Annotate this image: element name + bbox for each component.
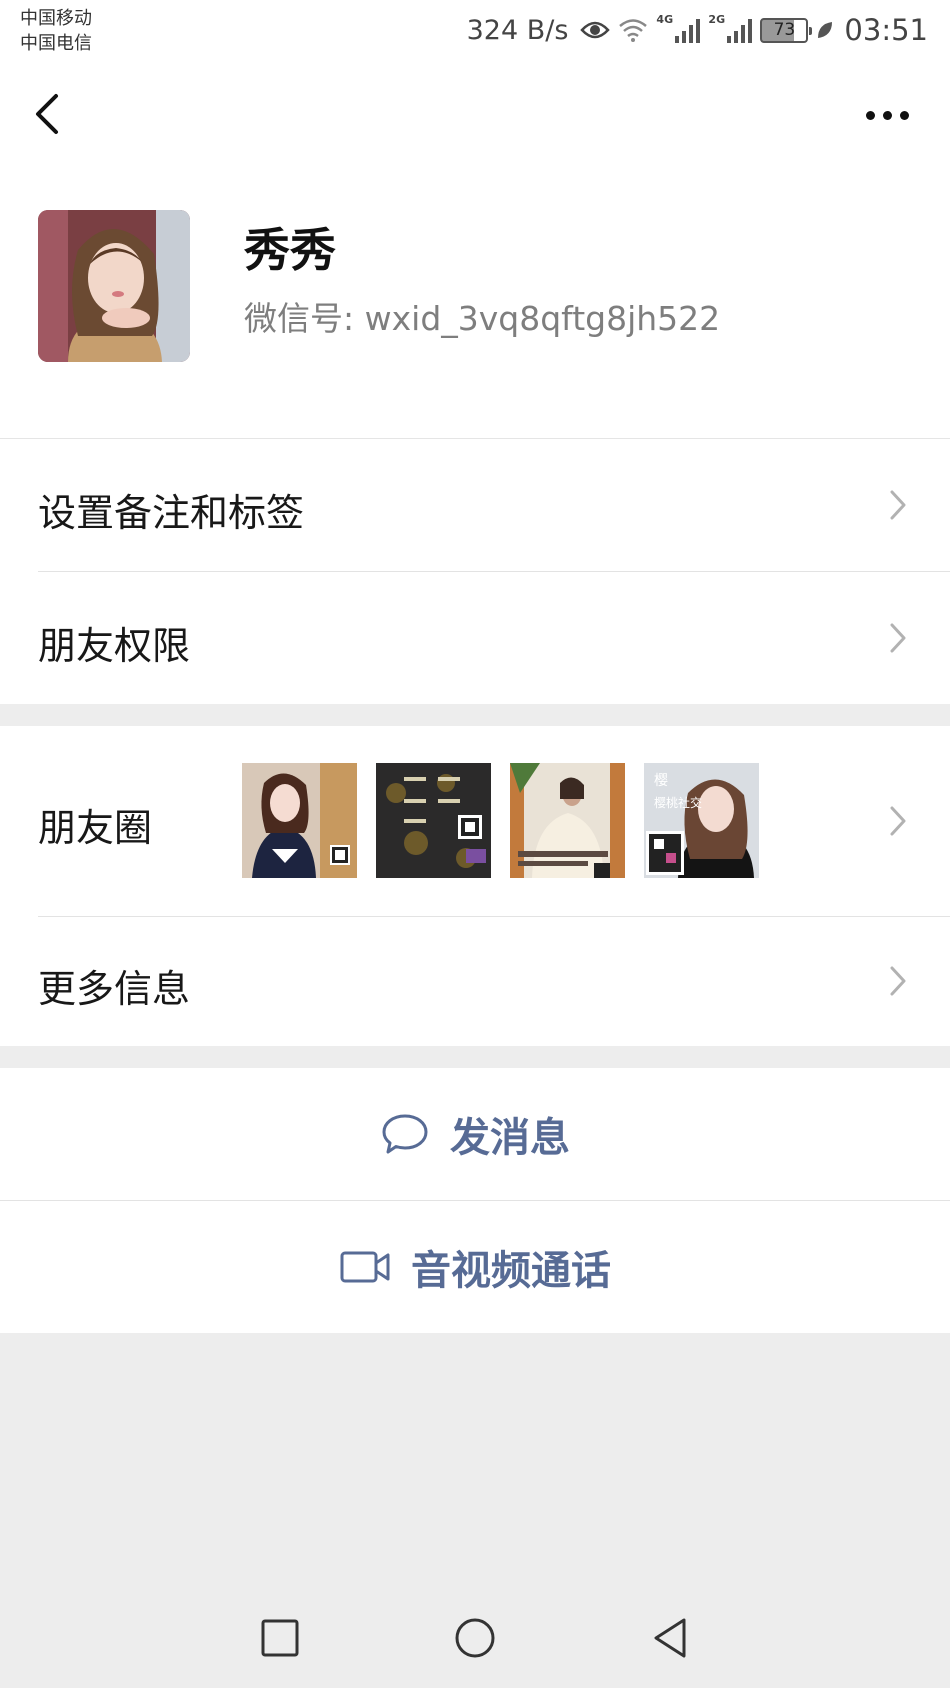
svg-text:樱: 樱 <box>654 772 668 789</box>
battery-icon: 73 <box>760 17 813 43</box>
set-remark-label: 设置备注和标签 <box>38 491 305 535</box>
moments-section: 朋友圈 樱 樱桃社交 更多信息 <box>0 726 950 1046</box>
leaf-icon <box>816 20 834 40</box>
moments-thumb-2[interactable] <box>376 763 491 878</box>
chevron-right-icon <box>890 623 906 653</box>
network-speed: 324 B/s <box>466 14 569 46</box>
more-info-row[interactable]: 更多信息 <box>0 917 950 1046</box>
status-icons: 324 B/s 4G 2G 73 03:51 <box>467 12 928 48</box>
carriers: 中国移动 中国电信 <box>20 6 92 56</box>
more-dots-icon <box>865 110 909 120</box>
back-button[interactable] <box>30 88 70 140</box>
video-camera-icon <box>340 1251 390 1283</box>
triangle-back-icon <box>654 1618 686 1658</box>
home-button[interactable] <box>445 1608 505 1668</box>
send-message-label: 发消息 <box>450 1115 570 1161</box>
more-button[interactable] <box>862 100 912 130</box>
chat-bubble-icon <box>382 1114 428 1154</box>
recent-apps-button[interactable] <box>250 1608 310 1668</box>
circle-icon <box>455 1618 495 1658</box>
carrier-1: 中国移动 <box>20 8 92 29</box>
more-info-label: 更多信息 <box>38 967 191 1011</box>
chevron-left-icon <box>36 94 58 134</box>
square-icon <box>261 1619 299 1657</box>
settings-section: 设置备注和标签 朋友权限 <box>0 439 950 704</box>
video-call-button[interactable]: 音视频通话 <box>0 1201 950 1333</box>
chevron-right-icon <box>890 806 906 836</box>
chevron-right-icon <box>890 490 906 520</box>
system-nav-bar <box>0 1588 950 1688</box>
back-nav-button[interactable] <box>640 1608 700 1668</box>
friend-permissions-row[interactable]: 朋友权限 <box>0 572 950 704</box>
moments-thumb-4[interactable]: 樱 樱桃社交 <box>644 763 759 878</box>
moments-thumb-3[interactable] <box>510 763 625 878</box>
sim2-signal-icon: 2G <box>708 13 753 45</box>
moments-thumb-1[interactable] <box>242 763 357 878</box>
friend-permissions-label: 朋友权限 <box>38 624 191 668</box>
moments-thumb-4-caption: 樱桃社交 <box>654 795 702 810</box>
chevron-right-icon <box>890 966 906 996</box>
eye-icon <box>580 19 611 41</box>
nickname: 秀秀 <box>244 223 336 277</box>
status-bar: 中国移动 中国电信 324 B/s 4G 2G 73 03:51 <box>0 0 950 62</box>
carrier-2: 中国电信 <box>20 33 92 54</box>
moments-label: 朋友圈 <box>38 806 153 850</box>
set-remark-row[interactable]: 设置备注和标签 <box>0 439 950 571</box>
wechat-id: 微信号: wxid_3vq8qftg8jh522 <box>244 292 720 340</box>
sim1-signal-icon: 4G <box>656 13 701 45</box>
video-call-label: 音视频通话 <box>411 1248 611 1294</box>
wechat-id-label: 微信号: <box>244 299 355 338</box>
avatar[interactable] <box>38 210 190 362</box>
sim1-network-label: 4G <box>656 13 674 26</box>
moments-row[interactable]: 朋友圈 樱 樱桃社交 <box>0 726 950 916</box>
send-message-button[interactable]: 发消息 <box>0 1068 950 1200</box>
status-time: 03:51 <box>844 13 928 47</box>
wifi-icon <box>618 18 648 42</box>
moments-thumbnails: 樱 樱桃社交 <box>242 763 782 878</box>
wechat-id-value: wxid_3vq8qftg8jh522 <box>364 299 721 338</box>
sim2-network-label: 2G <box>708 13 726 26</box>
